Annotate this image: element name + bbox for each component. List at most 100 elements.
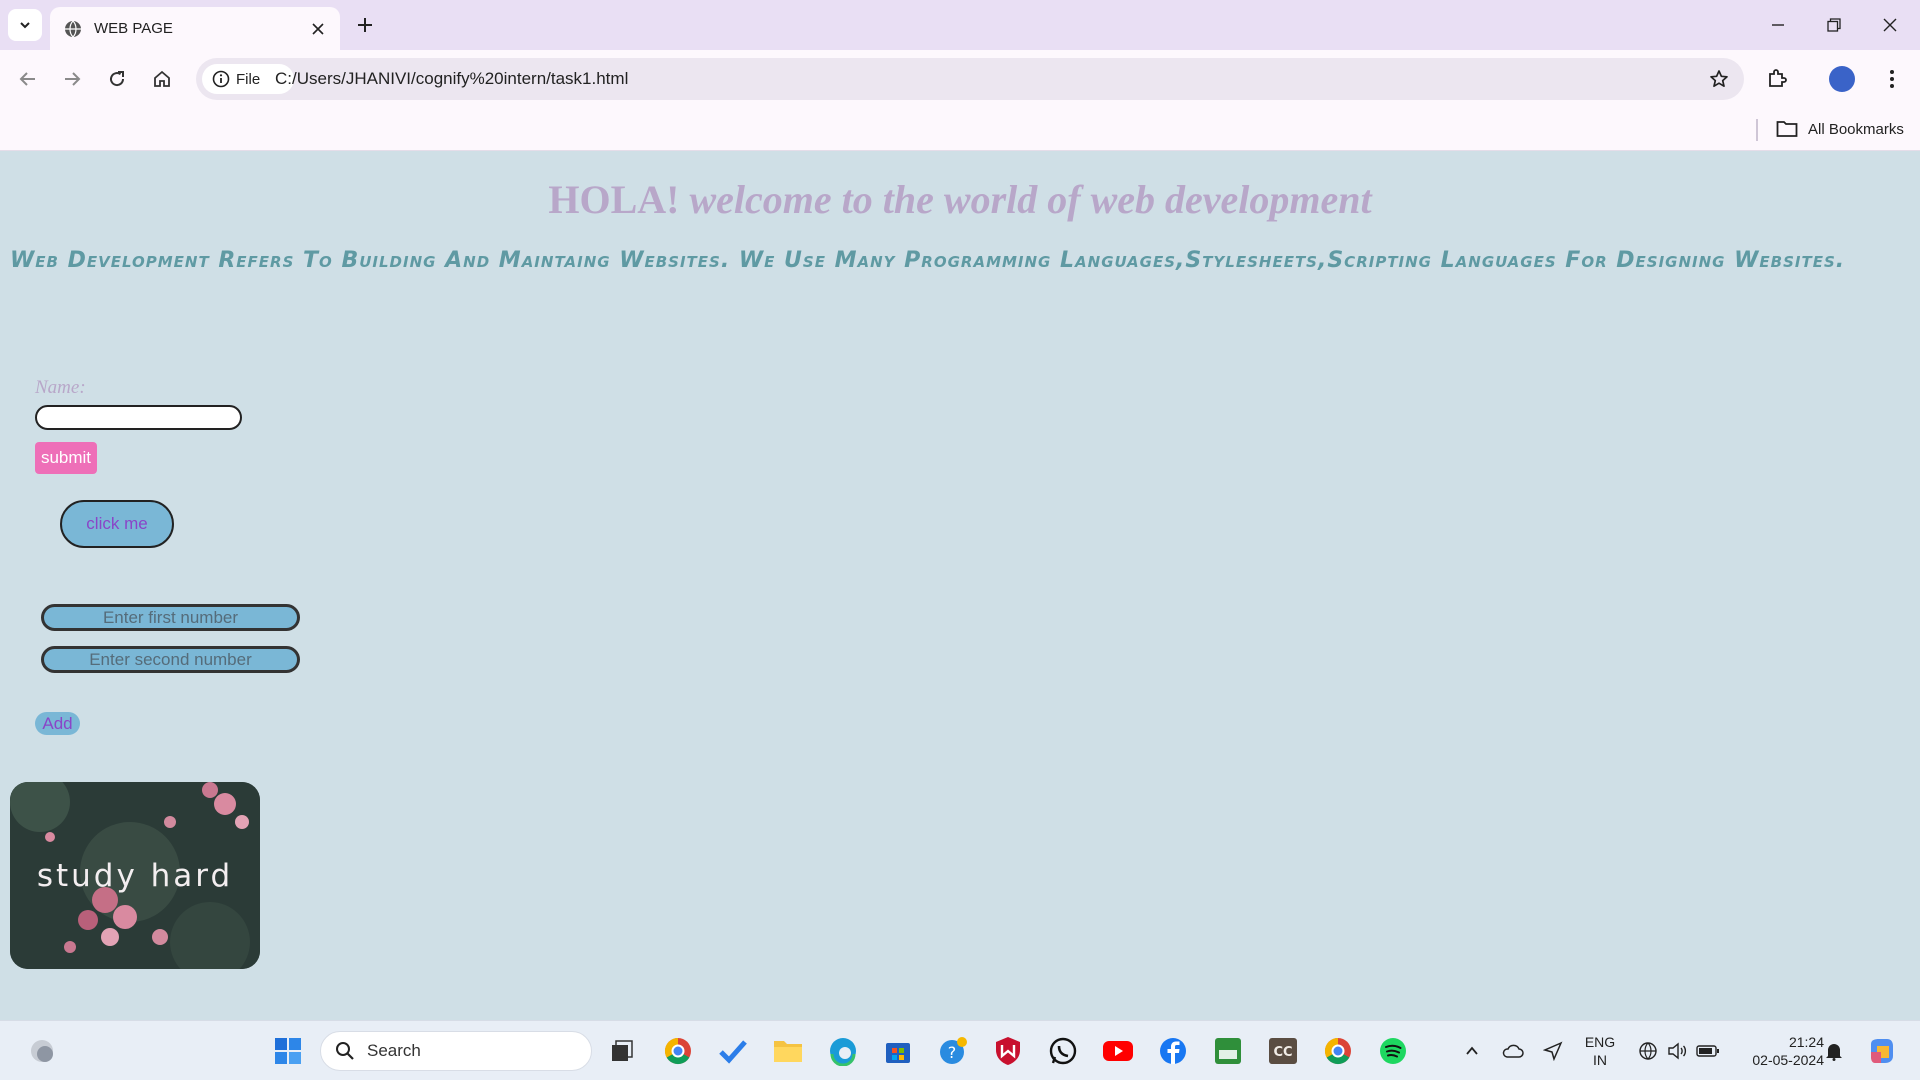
task-view-button[interactable]	[602, 1031, 642, 1071]
location-icon	[1543, 1041, 1563, 1061]
back-button[interactable]	[10, 61, 46, 97]
home-icon	[154, 70, 170, 87]
tab-title: WEB PAGE	[94, 20, 173, 37]
submit-button[interactable]: submit	[35, 442, 97, 474]
chrome-profile-taskbar-icon[interactable]	[1318, 1031, 1358, 1071]
edge-taskbar-icon[interactable]	[823, 1031, 863, 1071]
task-view-icon	[612, 1040, 633, 1061]
clock[interactable]: 21:24 02-05-2024	[1730, 1033, 1824, 1069]
help-taskbar-icon[interactable]: ?	[933, 1031, 973, 1071]
reload-button[interactable]	[99, 61, 135, 97]
region-code: IN	[1593, 1052, 1607, 1068]
address-bar[interactable]: File C:/Users/JHANIVI/cognify%20intern/t…	[196, 58, 1744, 100]
folder-icon	[774, 1041, 802, 1062]
weather-icon	[31, 1040, 53, 1062]
app-icon	[1215, 1038, 1241, 1064]
back-icon	[19, 72, 35, 86]
forward-button[interactable]	[54, 61, 90, 97]
edge-icon	[830, 1038, 856, 1066]
cc-taskbar-icon[interactable]: CC	[1263, 1031, 1303, 1071]
first-number-input[interactable]: Enter first number	[41, 604, 300, 631]
help-icon: ?	[940, 1037, 967, 1064]
page-heading: HOLA! welcome to the world of web develo…	[0, 176, 1920, 223]
svg-text:?: ?	[948, 1043, 957, 1062]
taskbar-search[interactable]: Search	[320, 1031, 592, 1071]
second-number-input[interactable]: Enter second number	[41, 646, 300, 673]
copilot-button[interactable]	[1860, 1031, 1904, 1071]
windows-icon	[275, 1038, 301, 1064]
close-icon[interactable]	[304, 15, 332, 43]
notifications-button[interactable]	[1816, 1031, 1852, 1071]
heading-plain: HOLA!	[548, 177, 680, 222]
web-page: HOLA! welcome to the world of web develo…	[0, 152, 1920, 1020]
whatsapp-taskbar-icon[interactable]	[1043, 1031, 1083, 1071]
new-tab-button[interactable]	[350, 10, 380, 40]
browser-toolbar: File C:/Users/JHANIVI/cognify%20intern/t…	[0, 50, 1920, 108]
chrome-taskbar-icon[interactable]	[658, 1031, 698, 1071]
language-indicator[interactable]: ENG IN	[1580, 1033, 1620, 1069]
spotify-taskbar-icon[interactable]	[1373, 1031, 1413, 1071]
url-text[interactable]: C:/Users/JHANIVI/cognify%20intern/task1.…	[275, 69, 628, 89]
all-bookmarks-button[interactable]: All Bookmarks	[1776, 116, 1904, 142]
speaker-icon	[1668, 1042, 1687, 1060]
facebook-taskbar-icon[interactable]	[1153, 1031, 1193, 1071]
chrome-icon	[1324, 1037, 1351, 1065]
onedrive-tray-icon[interactable]	[1495, 1031, 1531, 1071]
bookmark-star-button[interactable]	[1706, 66, 1732, 92]
site-info-label: File	[236, 70, 261, 88]
add-button[interactable]: Add	[35, 712, 80, 735]
cloud-icon	[1502, 1044, 1524, 1058]
all-bookmarks-label: All Bookmarks	[1808, 120, 1904, 138]
weather-widget[interactable]	[22, 1031, 62, 1071]
minimize-icon	[1772, 24, 1784, 26]
store-taskbar-icon[interactable]	[878, 1031, 918, 1071]
name-input[interactable]	[35, 405, 242, 430]
network-tray-icon[interactable]	[1632, 1031, 1664, 1071]
location-tray-icon[interactable]	[1535, 1031, 1571, 1071]
minimize-button[interactable]	[1750, 0, 1806, 50]
browser-menu-button[interactable]	[1874, 61, 1910, 97]
copilot-icon	[1871, 1039, 1893, 1063]
shield-icon	[996, 1037, 1020, 1065]
bookmarks-bar: All Bookmarks	[0, 108, 1920, 151]
file-explorer-taskbar-icon[interactable]	[768, 1031, 808, 1071]
language-code: ENG	[1584, 1034, 1616, 1050]
active-tab[interactable]: WEB PAGE	[50, 7, 340, 50]
svg-text:CC: CC	[1273, 1045, 1292, 1060]
chrome-icon	[664, 1037, 691, 1065]
bookmarks-separator	[1756, 119, 1758, 141]
image-caption: study hard	[36, 857, 234, 894]
home-button[interactable]	[144, 61, 180, 97]
search-label: Search	[367, 1041, 421, 1060]
show-hidden-icons-button[interactable]	[1454, 1031, 1490, 1071]
tab-bar: WEB PAGE	[0, 0, 1920, 50]
todo-taskbar-icon[interactable]	[713, 1031, 753, 1071]
clock-time: 21:24	[1788, 1034, 1824, 1050]
store-icon	[886, 1043, 910, 1063]
click-me-button[interactable]: click me	[60, 500, 174, 548]
cc-icon: CC	[1269, 1038, 1297, 1064]
battery-tray-icon[interactable]	[1692, 1031, 1724, 1071]
forward-icon	[65, 72, 81, 86]
profile-button[interactable]	[1824, 61, 1860, 97]
youtube-taskbar-icon[interactable]	[1098, 1031, 1138, 1071]
tab-search-button[interactable]	[8, 9, 42, 41]
heading-italic: welcome to the world of web development	[689, 177, 1372, 222]
chevron-up-icon	[1466, 1046, 1478, 1055]
clock-date: 02-05-2024	[1752, 1052, 1824, 1068]
restore-button[interactable]	[1806, 0, 1862, 50]
bell-icon	[1826, 1044, 1842, 1061]
youtube-icon	[1103, 1041, 1133, 1061]
name-label: Name:	[35, 377, 86, 398]
close-window-button[interactable]	[1862, 0, 1918, 50]
extensions-button[interactable]	[1759, 61, 1795, 97]
intro-paragraph: Web Development Refers To Building And M…	[10, 248, 1846, 273]
folder-icon	[1776, 121, 1798, 137]
menu-icon	[1890, 70, 1894, 88]
taskbar: Search ? CC ENG IN 21:24 02-05-2024	[0, 1020, 1920, 1080]
chevron-down-icon	[20, 22, 30, 29]
mcafee-taskbar-icon[interactable]	[988, 1031, 1028, 1071]
app-taskbar-icon[interactable]	[1208, 1031, 1248, 1071]
start-button[interactable]	[268, 1031, 308, 1071]
volume-tray-icon[interactable]	[1662, 1031, 1694, 1071]
